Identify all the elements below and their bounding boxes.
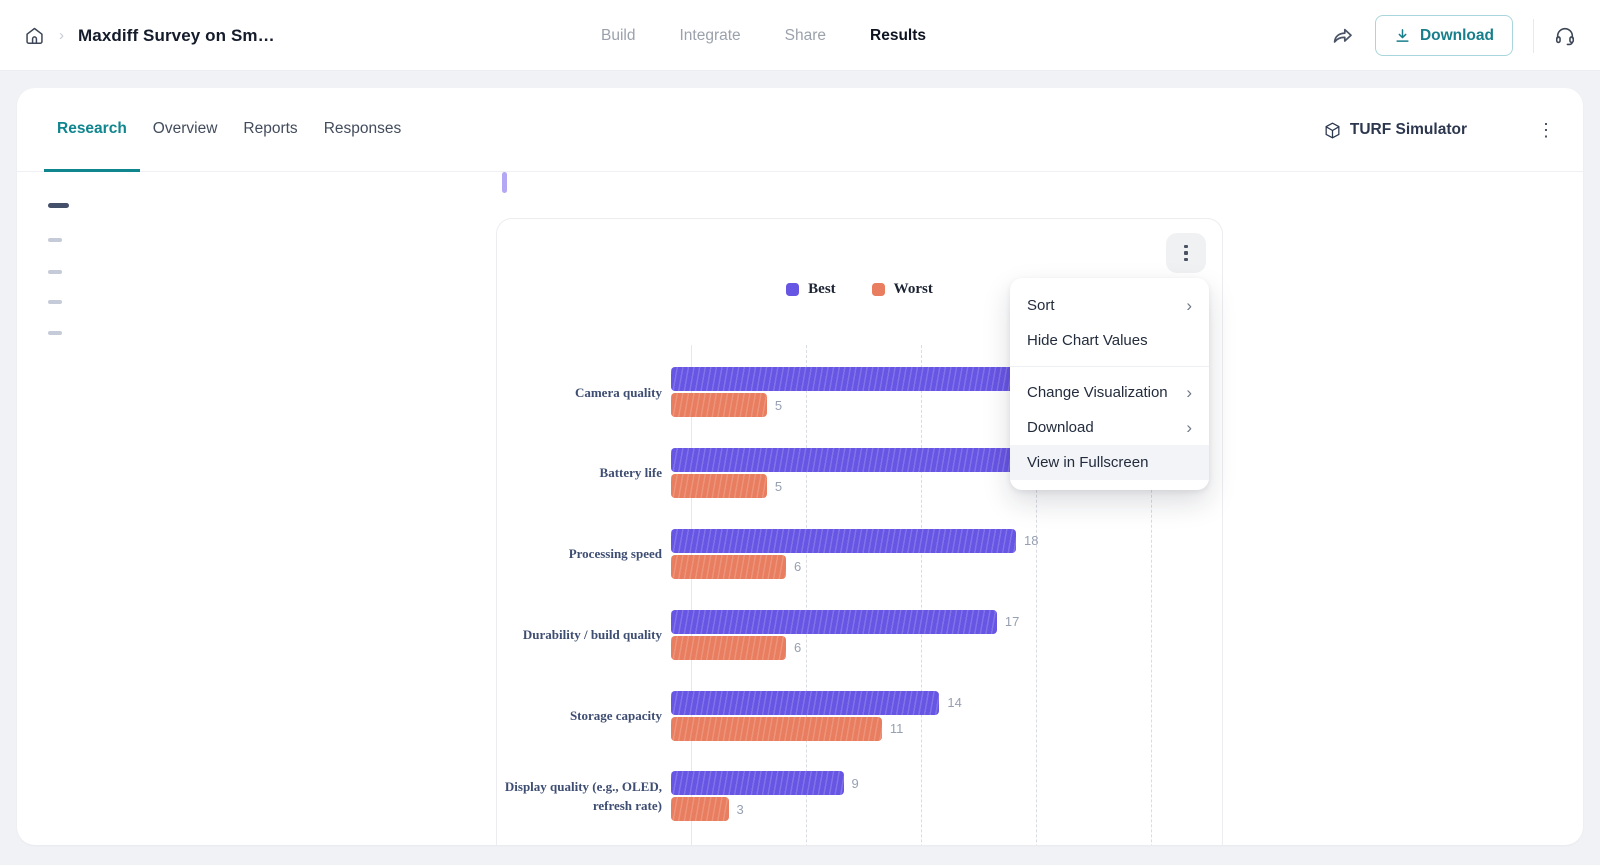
worst-bar[interactable] bbox=[671, 554, 787, 579]
nav-tab-build[interactable]: Build bbox=[601, 27, 635, 45]
menu-item-download-label: Download bbox=[1027, 419, 1094, 436]
bar-value-label: 18 bbox=[1024, 533, 1039, 549]
chart-kebab-menu-button[interactable] bbox=[1166, 233, 1206, 273]
submenu-chevron-icon: › bbox=[1186, 296, 1192, 315]
menu-divider bbox=[1010, 366, 1209, 367]
breadcrumb-survey-title: Maxdiff Survey on Sm… bbox=[78, 25, 275, 45]
bar-value-label: 6 bbox=[794, 640, 802, 656]
best-bar[interactable] bbox=[671, 690, 940, 715]
download-icon bbox=[1394, 27, 1411, 44]
category-label: Storage capacity bbox=[569, 707, 662, 723]
worst-bar[interactable] bbox=[671, 635, 787, 660]
share-button[interactable] bbox=[1331, 24, 1355, 48]
bar-value-label: 14 bbox=[947, 695, 962, 711]
worst-swatch bbox=[871, 283, 885, 296]
submenu-chevron-icon: › bbox=[1186, 418, 1192, 437]
tab-responses-label: Responses bbox=[323, 119, 402, 137]
chart-row: Storage capacity 14 11 bbox=[497, 675, 1222, 756]
bar-value-label: 3 bbox=[736, 801, 744, 817]
menu-item-change-visualization[interactable]: Change Visualization › bbox=[1010, 375, 1209, 410]
nav-tab-share[interactable]: Share bbox=[785, 27, 826, 45]
legend-worst-label: Worst bbox=[893, 281, 933, 297]
worst-bar[interactable] bbox=[671, 797, 729, 822]
tab-research[interactable]: Research bbox=[44, 88, 140, 172]
nav-tab-integrate[interactable]: Integrate bbox=[679, 27, 740, 45]
tab-responses[interactable]: Responses bbox=[311, 88, 415, 172]
scrollbar-thumb[interactable] bbox=[502, 172, 507, 193]
kebab-icon: ⋮ bbox=[1537, 119, 1555, 140]
sidebar-item[interactable] bbox=[48, 238, 62, 242]
tab-overview[interactable]: Overview bbox=[140, 88, 231, 172]
tab-overview-label: Overview bbox=[152, 119, 218, 137]
results-tab-bar: Research Overview Reports Responses TURF… bbox=[17, 88, 1583, 172]
category-label: Display quality (e.g., OLED, refresh rat… bbox=[504, 778, 662, 814]
tab-reports[interactable]: Reports bbox=[230, 88, 310, 172]
bar-value-label: 11 bbox=[889, 721, 904, 737]
support-button[interactable] bbox=[1554, 25, 1576, 47]
legend-item-best[interactable]: Best bbox=[786, 281, 836, 298]
legend-item-worst[interactable]: Worst bbox=[871, 281, 933, 298]
chart-row: Processing speed 18 6 bbox=[497, 514, 1222, 595]
worst-bar[interactable] bbox=[671, 393, 767, 418]
home-icon bbox=[24, 25, 45, 46]
menu-item-view-in-fullscreen[interactable]: View in Fullscreen bbox=[1010, 445, 1209, 480]
category-label: Battery life bbox=[599, 465, 662, 481]
main-nav-tabs: Build Integrate Share Results bbox=[601, 0, 926, 71]
bar-value-label: 5 bbox=[774, 478, 783, 494]
worst-bar[interactable] bbox=[671, 716, 882, 741]
top-nav-bar: › Maxdiff Survey on Sm… Build Integrate … bbox=[0, 0, 1600, 71]
menu-item-hide-chart-values[interactable]: Hide Chart Values bbox=[1010, 323, 1209, 358]
chart-context-menu: Sort › Hide Chart Values Change Visualiz… bbox=[1010, 278, 1209, 490]
sidebar-item[interactable] bbox=[48, 331, 62, 335]
category-label: Processing speed bbox=[568, 546, 662, 562]
nav-tab-results[interactable]: Results bbox=[870, 27, 926, 45]
headset-icon bbox=[1554, 25, 1576, 47]
category-label: Durability / build quality bbox=[522, 627, 662, 643]
breadcrumb-chevron-icon: › bbox=[59, 27, 64, 44]
panel-kebab-menu-button[interactable]: ⋮ bbox=[1537, 88, 1555, 172]
tab-reports-label: Reports bbox=[243, 119, 298, 137]
chart-row: Durability / build quality 17 6 bbox=[497, 594, 1222, 675]
sidebar-item-active[interactable] bbox=[48, 203, 69, 208]
menu-item-view-in-fullscreen-label: View in Fullscreen bbox=[1027, 454, 1149, 471]
menu-item-change-visualization-label: Change Visualization bbox=[1027, 384, 1168, 401]
menu-item-sort[interactable]: Sort › bbox=[1010, 288, 1209, 323]
bar-value-label: 17 bbox=[1004, 614, 1020, 630]
home-button[interactable] bbox=[24, 25, 45, 46]
results-panel: Research Overview Reports Responses TURF… bbox=[17, 88, 1583, 845]
sidebar-item[interactable] bbox=[48, 270, 62, 274]
bar-value-label: 5 bbox=[774, 397, 783, 413]
best-swatch bbox=[786, 283, 800, 296]
download-button-label: Download bbox=[1419, 26, 1494, 44]
turf-simulator-button[interactable]: TURF Simulator bbox=[1323, 88, 1467, 172]
kebab-icon bbox=[1184, 244, 1188, 249]
worst-bar[interactable] bbox=[671, 474, 767, 499]
bar-value-label: 9 bbox=[851, 775, 859, 791]
results-content: Best Worst Camera quality225Battery life… bbox=[17, 172, 1583, 845]
turf-simulator-label: TURF Simulator bbox=[1349, 121, 1467, 138]
best-bar[interactable] bbox=[671, 771, 844, 796]
menu-item-sort-label: Sort bbox=[1027, 297, 1055, 314]
best-bar[interactable] bbox=[671, 609, 997, 634]
menu-item-hide-chart-values-label: Hide Chart Values bbox=[1027, 332, 1148, 349]
topbar-divider bbox=[1533, 18, 1534, 53]
bar-value-label: 6 bbox=[794, 559, 802, 575]
submenu-chevron-icon: › bbox=[1186, 383, 1192, 402]
best-bar[interactable] bbox=[671, 528, 1017, 553]
menu-item-download[interactable]: Download › bbox=[1010, 410, 1209, 445]
download-button[interactable]: Download bbox=[1374, 15, 1513, 56]
cube-icon bbox=[1323, 121, 1342, 140]
chart-row: Display quality (e.g., OLED, refresh rat… bbox=[497, 756, 1222, 837]
share-arrow-icon bbox=[1331, 24, 1355, 48]
category-label: Camera quality bbox=[574, 384, 662, 400]
tab-research-label: Research bbox=[57, 119, 127, 137]
legend-best-label: Best bbox=[808, 281, 836, 297]
best-bar[interactable] bbox=[671, 448, 1055, 473]
sidebar-item[interactable] bbox=[48, 300, 62, 304]
